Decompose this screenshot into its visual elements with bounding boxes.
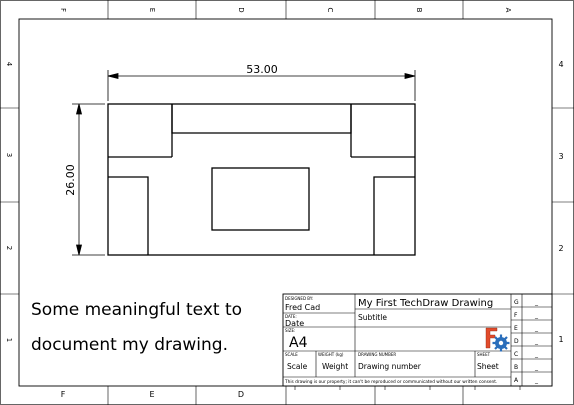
scale-label: SCALE [285, 352, 298, 357]
revision-letter: C [514, 351, 518, 358]
designed-by-label: DESIGNED BY: [285, 296, 313, 301]
width-dimension-value: 53.00 [246, 63, 278, 76]
zone-left-label: 4 [5, 62, 13, 67]
note-line-1[interactable]: Some meaningful text to [31, 300, 242, 320]
date-value[interactable]: Date [285, 319, 304, 328]
size-label: SIZE: [285, 328, 295, 333]
revision-letter: F [514, 312, 518, 319]
zone-left-label: 2 [5, 246, 13, 250]
revision-letter: E [514, 325, 518, 332]
zone-right-label: 2 [558, 244, 563, 253]
sheet-value[interactable]: Sheet [477, 362, 499, 371]
drawing-subtitle[interactable]: Subtitle [358, 313, 387, 322]
zone-top-label: E [148, 8, 156, 12]
title-block[interactable]: DESIGNED BY: Fred Cad DATE: Date SIZE: A… [282, 293, 553, 390]
revision-letter: D [514, 338, 519, 345]
zone-bottom-label: F [61, 390, 66, 399]
drawing-sheet: F E D C B A F E D 4 3 2 1 4 3 2 1 53.00 … [0, 0, 574, 405]
note-line-2[interactable]: document my drawing. [31, 335, 228, 355]
zone-top-label: C [326, 8, 334, 13]
zone-left-label: 3 [5, 153, 13, 157]
weight-value[interactable]: Weight [322, 362, 348, 371]
zone-left-label: 1 [5, 338, 13, 342]
weight-label: WEIGHT (kg) [318, 352, 344, 357]
revision-letter: G [514, 299, 519, 306]
zone-top-label: B [415, 8, 423, 13]
scale-value[interactable]: Scale [287, 362, 308, 371]
revision-letter: B [514, 364, 518, 371]
zone-top-label: F [59, 8, 67, 12]
height-dimension-value: 26.00 [64, 164, 77, 196]
zone-right-label: 1 [558, 335, 563, 344]
drawing-number-label: DRAWING NUMBER [358, 352, 396, 357]
zone-right-label: 4 [558, 60, 563, 69]
zone-right-label: 3 [558, 152, 563, 161]
copyright-notice: This drawing is our property; it can't b… [284, 379, 497, 385]
drawing-title[interactable]: My First TechDraw Drawing [358, 298, 493, 309]
designed-by-value[interactable]: Fred Cad [285, 303, 320, 312]
zone-bottom-label: D [238, 390, 244, 399]
drawing-number-value[interactable]: Drawing number [358, 362, 422, 371]
size-value[interactable]: A4 [289, 335, 308, 351]
zone-top-label: A [504, 8, 512, 13]
zone-bottom-label: E [149, 390, 154, 399]
sheet-label: SHEET [477, 352, 491, 357]
zone-top-label: D [237, 7, 245, 12]
